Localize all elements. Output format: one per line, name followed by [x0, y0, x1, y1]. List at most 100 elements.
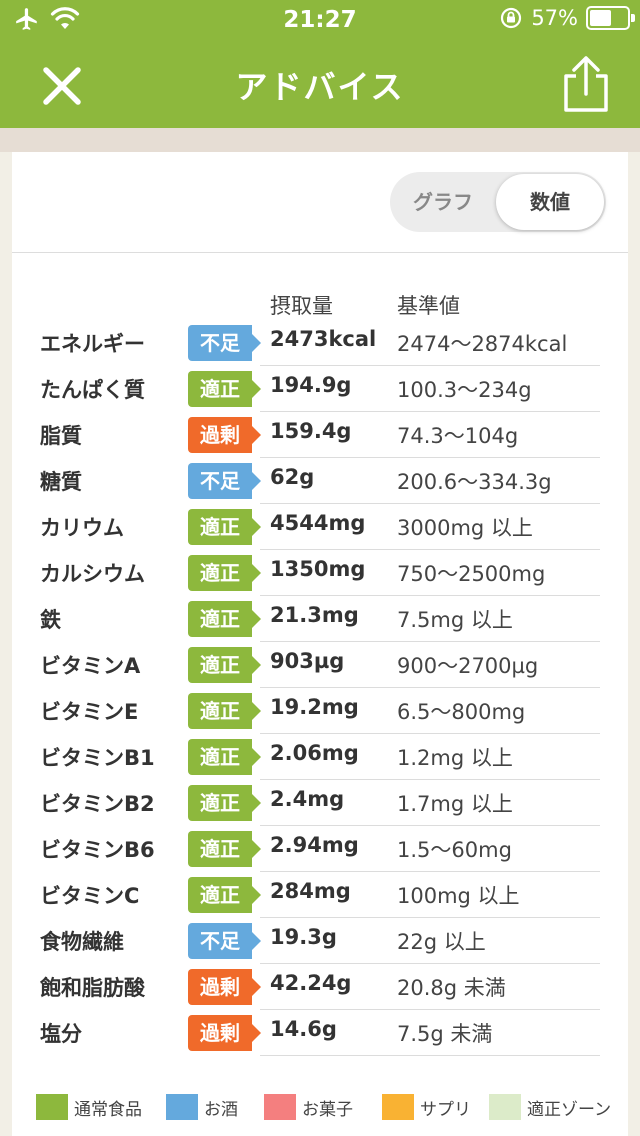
table-row: ビタミンB2 適正 2.4mg 1.7mg 以上 [12, 780, 628, 826]
intake-value: 62g [270, 465, 315, 489]
intake-value: 903µg [270, 649, 345, 673]
table-row: 飽和脂肪酸 過剰 42.24g 20.8g 未満 [12, 964, 628, 1010]
status-badge: 不足 [188, 325, 261, 361]
battery-percent: 57% [531, 6, 578, 30]
nutrient-name: 脂質 [40, 424, 82, 448]
status-bar: 21:27 57% [0, 0, 640, 40]
standard-value: 7.5g 未満 [397, 1022, 493, 1046]
status-badge: 過剰 [188, 1015, 261, 1051]
standard-value: 3000mg 以上 [397, 516, 533, 540]
standard-value: 100mg 以上 [397, 884, 520, 908]
table-row: ビタミンA 適正 903µg 900～2700µg [12, 642, 628, 688]
standard-value: 900～2700µg [397, 654, 539, 678]
status-badge: 過剰 [188, 417, 261, 453]
status-badge: 適正 [188, 739, 261, 775]
standard-value: 6.5～800mg [397, 700, 526, 724]
intake-value: 19.3g [270, 925, 337, 949]
table-row: 糖質 不足 62g 200.6～334.3g [12, 458, 628, 504]
table-row: たんぱく質 適正 194.9g 100.3～234g [12, 366, 628, 412]
standard-value: 1.2mg 以上 [397, 746, 513, 770]
share-icon[interactable] [560, 54, 612, 114]
intake-value: 284mg [270, 879, 351, 903]
nutrient-name: 飽和脂肪酸 [40, 976, 145, 1000]
status-badge: 適正 [188, 647, 261, 683]
table-row: ビタミンE 適正 19.2mg 6.5～800mg [12, 688, 628, 734]
table-row: ビタミンB6 適正 2.94mg 1.5～60mg [12, 826, 628, 872]
standard-value: 1.7mg 以上 [397, 792, 513, 816]
nutrient-name: ビタミンE [40, 700, 139, 724]
status-badge: 不足 [188, 463, 261, 499]
legend-item: 適正ゾーン [489, 1092, 611, 1122]
status-badge: 適正 [188, 371, 261, 407]
standard-value: 22g 以上 [397, 930, 486, 954]
nav-bar: アドバイス [0, 40, 640, 128]
view-toggle: グラフ 数値 [390, 172, 606, 232]
battery-fill [590, 10, 611, 26]
row-divider [260, 1055, 600, 1056]
legend-swatch [264, 1094, 296, 1120]
table-row: ビタミンC 適正 284mg 100mg 以上 [12, 872, 628, 918]
table-row: エネルギー 不足 2473kcal 2474～2874kcal [12, 320, 628, 366]
status-badge: 過剰 [188, 969, 261, 1005]
nutrient-table: エネルギー 不足 2473kcal 2474～2874kcal たんぱく質 適正 194.9… [12, 320, 628, 1056]
legend-item: サプリ [382, 1092, 471, 1122]
standard-value: 74.3～104g [397, 424, 519, 448]
legend-swatch [382, 1094, 414, 1120]
legend-label: お酒 [204, 1099, 238, 1120]
intake-value: 2.4mg [270, 787, 345, 811]
intake-value: 19.2mg [270, 695, 359, 719]
table-row: 塩分 過剰 14.6g 7.5g 未満 [12, 1010, 628, 1056]
standard-value: 100.3～234g [397, 378, 532, 402]
intake-value: 194.9g [270, 373, 352, 397]
nutrient-name: ビタミンC [40, 884, 140, 908]
standard-value: 2474～2874kcal [397, 332, 568, 356]
intake-value: 2473kcal [270, 327, 377, 351]
status-badge: 適正 [188, 601, 261, 637]
toggle-graph[interactable]: グラフ [390, 172, 496, 232]
status-badge: 適正 [188, 509, 261, 545]
status-badge: 適正 [188, 877, 261, 913]
legend-label: サプリ [420, 1099, 471, 1120]
standard-value: 20.8g 未満 [397, 976, 506, 1000]
table-row: 鉄 適正 21.3mg 7.5mg 以上 [12, 596, 628, 642]
intake-value: 42.24g [270, 971, 352, 995]
nutrient-name: たんぱく質 [40, 378, 145, 402]
intake-value: 21.3mg [270, 603, 359, 627]
nutrient-name: エネルギー [40, 332, 145, 356]
divider [12, 252, 628, 253]
battery-tip [631, 14, 635, 22]
legend-item: 通常食品 [36, 1092, 142, 1122]
intake-value: 14.6g [270, 1017, 337, 1041]
standard-value: 7.5mg 以上 [397, 608, 513, 632]
status-badge: 適正 [188, 785, 261, 821]
battery-icon [586, 6, 635, 30]
status-badge: 適正 [188, 693, 261, 729]
nutrient-name: ビタミンB2 [40, 792, 155, 816]
intake-value: 2.94mg [270, 833, 359, 857]
column-header-intake: 摂取量 [270, 294, 333, 318]
intake-value: 1350mg [270, 557, 366, 581]
rotation-lock-icon [501, 7, 522, 29]
nutrient-name: カルシウム [40, 562, 145, 586]
legend-label: お菓子 [302, 1099, 353, 1120]
legend-swatch [489, 1094, 521, 1120]
intake-value: 159.4g [270, 419, 352, 443]
advice-card: グラフ 数値 摂取量 基準値 エネルギー 不足 2473kcal 2474～2874k… [12, 152, 628, 1136]
status-badge: 適正 [188, 831, 261, 867]
legend-swatch [166, 1094, 198, 1120]
status-right: 57% [499, 6, 635, 30]
legend-item: お菓子 [264, 1092, 353, 1122]
toggle-numbers[interactable]: 数値 [496, 174, 604, 230]
status-badge: 不足 [188, 923, 261, 959]
nutrient-name: ビタミンA [40, 654, 141, 678]
table-row: 脂質 過剰 159.4g 74.3～104g [12, 412, 628, 458]
legend-item: お酒 [166, 1092, 238, 1122]
nutrient-name: ビタミンB6 [40, 838, 155, 862]
table-row: 食物繊維 不足 19.3g 22g 以上 [12, 918, 628, 964]
nutrient-name: 鉄 [40, 608, 61, 632]
legend-label: 通常食品 [74, 1099, 142, 1120]
column-header-standard: 基準値 [397, 294, 460, 318]
legend: 通常食品 お酒 お菓子 サプリ 適正ゾーン [36, 1092, 626, 1122]
nutrient-name: カリウム [40, 516, 124, 540]
nutrient-name: 糖質 [40, 470, 82, 494]
